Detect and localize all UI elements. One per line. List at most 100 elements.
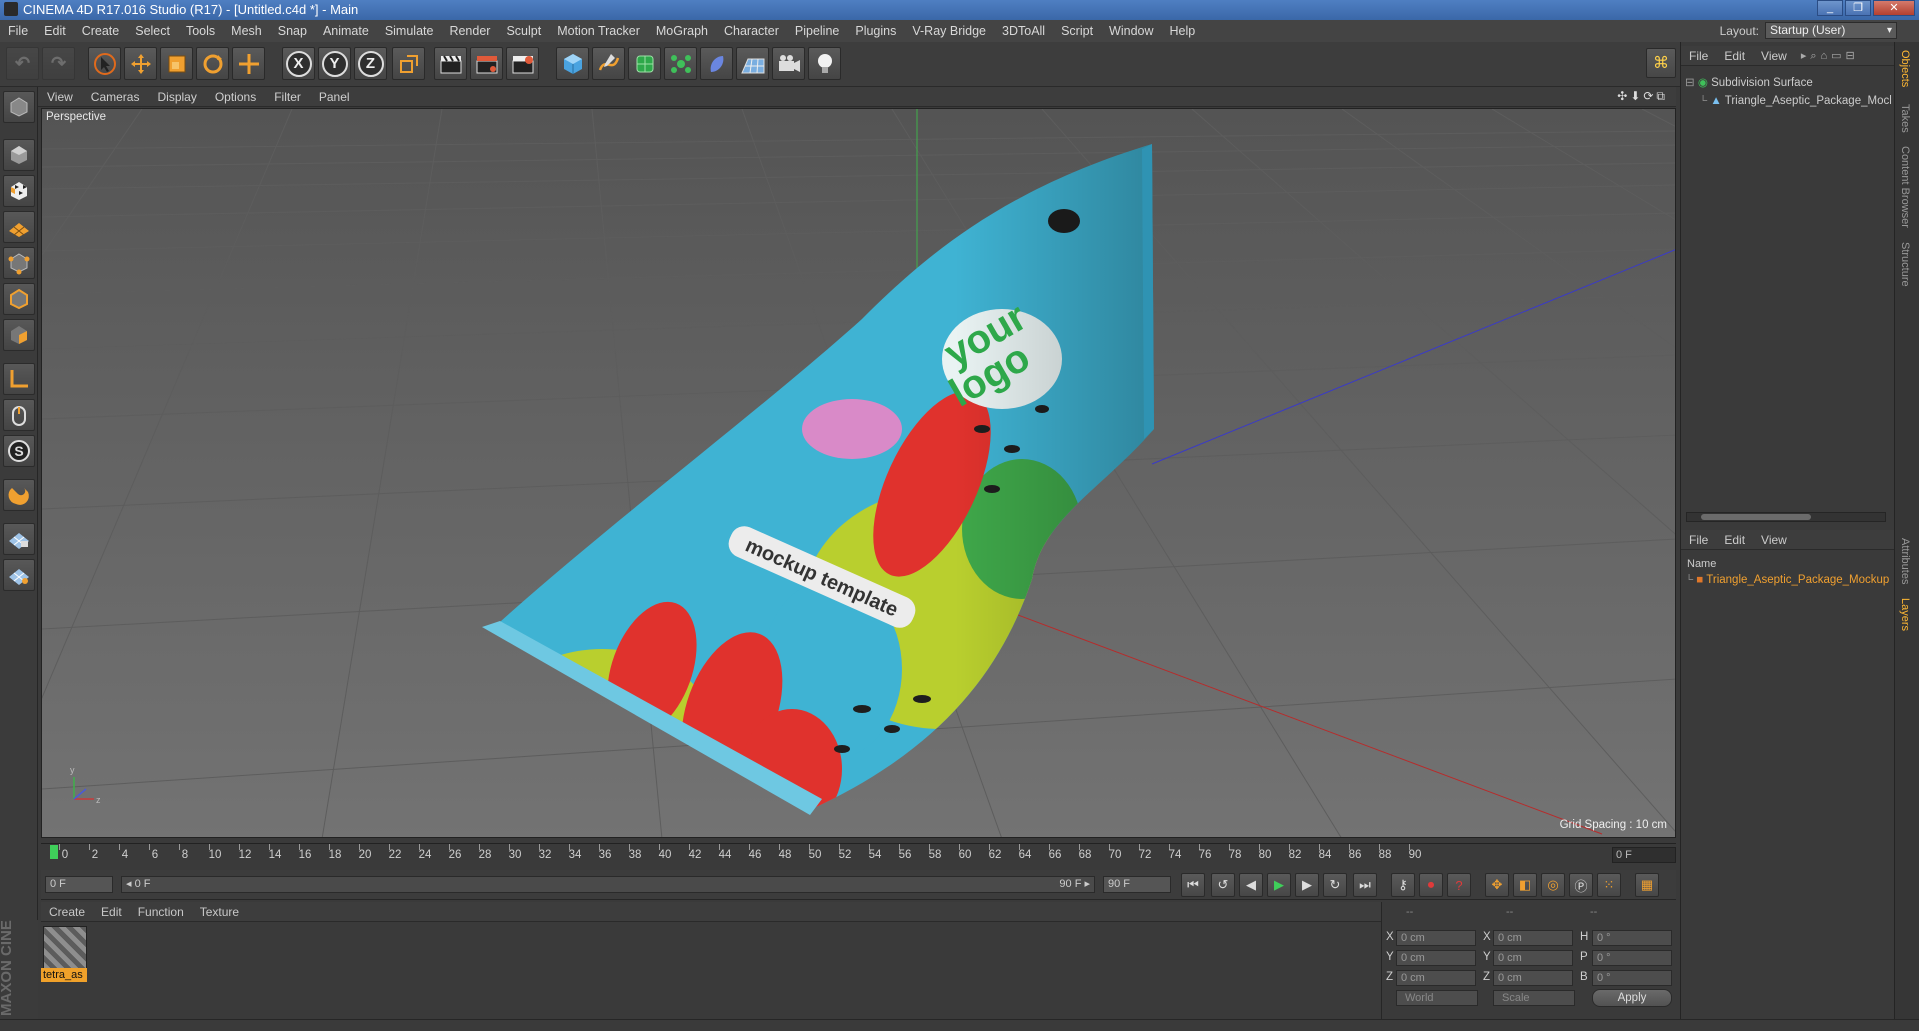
tweak-mode-button[interactable] (3, 399, 35, 431)
solo-mode-button[interactable]: S (3, 435, 35, 467)
x-axis-lock-button[interactable]: X (282, 47, 315, 80)
material-name[interactable]: tetra_as (41, 968, 87, 982)
edges-mode-button[interactable] (3, 283, 35, 315)
position-y-field[interactable]: 0 cm (1396, 950, 1476, 966)
apply-button[interactable]: Apply (1592, 989, 1672, 1007)
record-active-button[interactable]: ⚷ (1391, 873, 1415, 897)
position-x-field[interactable]: 0 cm (1396, 930, 1476, 946)
add-cube-button[interactable] (556, 47, 589, 80)
texture-mode-button[interactable] (3, 175, 35, 207)
position-key-button[interactable]: ✥ (1485, 873, 1509, 897)
scale-key-button[interactable]: ◧ (1513, 873, 1537, 897)
planar-workplane-button[interactable] (3, 559, 35, 591)
y-axis-lock-button[interactable]: Y (318, 47, 351, 80)
menu-snap[interactable]: Snap (270, 20, 315, 42)
close-button[interactable]: ✕ (1873, 0, 1915, 16)
previous-key-button[interactable]: ↺ (1211, 873, 1235, 897)
keyframe-selection-button[interactable]: ? (1447, 873, 1471, 897)
start-frame-field[interactable]: 0 F (45, 876, 113, 893)
minimize-button[interactable]: _ (1817, 0, 1843, 16)
menu-script[interactable]: Script (1053, 20, 1101, 42)
tab-objects[interactable]: Objects (1899, 50, 1911, 87)
current-frame-field[interactable]: 0 F (1612, 847, 1676, 863)
layer-menu-view[interactable]: View (1753, 533, 1795, 547)
viewport-menu-panel[interactable]: Panel (310, 90, 359, 104)
object-menu-view[interactable]: View (1753, 49, 1795, 63)
viewport-menu-filter[interactable]: Filter (265, 90, 310, 104)
autokey-button[interactable]: ⏺ (1419, 873, 1443, 897)
end-frame-field[interactable]: 90 F (1103, 876, 1171, 893)
add-light-button[interactable] (808, 47, 841, 80)
scrollbar-thumb[interactable] (1701, 514, 1811, 520)
menu-file[interactable]: File (0, 20, 36, 42)
layer-row-triangle-package[interactable]: └ ■ Triangle_Aseptic_Package_Mockup (1685, 574, 1891, 586)
menu-render[interactable]: Render (441, 20, 498, 42)
rotation-b-field[interactable]: 0 ° (1592, 970, 1672, 986)
parameter-key-button[interactable]: Ⓟ (1569, 873, 1593, 897)
rotation-h-field[interactable]: 0 ° (1592, 930, 1672, 946)
position-z-field[interactable]: 0 cm (1396, 970, 1476, 986)
size-y-field[interactable]: 0 cm (1493, 950, 1573, 966)
object-manager-tools[interactable]: ▸⌕⌂▭⊟ (1801, 49, 1859, 63)
menu-sculpt[interactable]: Sculpt (498, 20, 549, 42)
timeline-ruler[interactable]: 0 2 4 6 8 10 12 14 16 18 20 22 24 26 28 30 32 34 36 38 40 42 4… (41, 843, 1676, 867)
next-frame-button[interactable]: ▶ (1295, 873, 1319, 897)
polygons-mode-button[interactable] (3, 319, 35, 351)
menu-vray-bridge[interactable]: V-Ray Bridge (904, 20, 994, 42)
play-button[interactable]: ▶ (1267, 873, 1291, 897)
menu-3dtoall[interactable]: 3DToAll (994, 20, 1053, 42)
menu-animate[interactable]: Animate (315, 20, 377, 42)
object-row-triangle-package[interactable]: └ ▲ Triangle_Aseptic_Package_Mockup (1699, 95, 1891, 107)
tab-layers[interactable]: Layers (1899, 598, 1911, 631)
coordinate-mode-dropdown[interactable]: World (1396, 990, 1478, 1006)
layer-menu-file[interactable]: File (1681, 533, 1716, 547)
menu-create[interactable]: Create (74, 20, 128, 42)
object-row-subdivision-surface[interactable]: ⊟ ◉ Subdivision Surface (1685, 75, 1813, 89)
add-subdivision-button[interactable] (628, 47, 661, 80)
model-mode-button[interactable] (3, 139, 35, 171)
workplane-mode-button[interactable] (3, 211, 35, 243)
object-manager-scrollbar[interactable] (1686, 512, 1886, 522)
add-deformer-button[interactable] (700, 47, 733, 80)
transform-mode-dropdown[interactable]: Scale (1493, 990, 1575, 1006)
select-tool-button[interactable] (88, 47, 121, 80)
menu-motion-tracker[interactable]: Motion Tracker (549, 20, 648, 42)
size-z-field[interactable]: 0 cm (1493, 970, 1573, 986)
frame-range-slider[interactable]: ◂ 0 F 90 F ▸ (121, 876, 1095, 893)
menu-mesh[interactable]: Mesh (223, 20, 270, 42)
size-x-field[interactable]: 0 cm (1493, 930, 1573, 946)
redo-button[interactable]: ↷ (42, 47, 75, 80)
menu-simulate[interactable]: Simulate (377, 20, 442, 42)
rotation-p-field[interactable]: 0 ° (1592, 950, 1672, 966)
menu-help[interactable]: Help (1162, 20, 1204, 42)
previous-frame-button[interactable]: ◀ (1239, 873, 1263, 897)
object-menu-edit[interactable]: Edit (1716, 49, 1753, 63)
viewport-navigation-icons[interactable]: ✣⬇⟳⧉ (1617, 89, 1668, 104)
snap-button[interactable] (3, 479, 35, 511)
rotation-key-button[interactable]: ◎ (1541, 873, 1565, 897)
material-menu-function[interactable]: Function (130, 905, 192, 919)
undo-button[interactable]: ↶ (6, 47, 39, 80)
menu-window[interactable]: Window (1101, 20, 1161, 42)
python-script-button[interactable]: ⌘ (1646, 48, 1676, 78)
add-floor-button[interactable] (736, 47, 769, 80)
rotate-tool-button[interactable] (196, 47, 229, 80)
menu-select[interactable]: Select (127, 20, 178, 42)
menu-edit[interactable]: Edit (36, 20, 74, 42)
viewport-menu-view[interactable]: View (38, 90, 82, 104)
add-mograph-button[interactable] (664, 47, 697, 80)
next-key-button[interactable]: ↻ (1323, 873, 1347, 897)
menu-tools[interactable]: Tools (178, 20, 223, 42)
z-axis-lock-button[interactable]: Z (354, 47, 387, 80)
lock-workplane-button[interactable] (3, 523, 35, 555)
point-level-key-button[interactable]: ⁙ (1597, 873, 1621, 897)
render-picture-viewer-button[interactable] (470, 47, 503, 80)
menu-pipeline[interactable]: Pipeline (787, 20, 847, 42)
points-mode-button[interactable] (3, 247, 35, 279)
add-camera-button[interactable] (772, 47, 805, 80)
viewport-menu-options[interactable]: Options (206, 90, 265, 104)
material-menu-texture[interactable]: Texture (192, 905, 247, 919)
perspective-viewport[interactable]: your logo mockup template y z Perspectiv… (41, 108, 1676, 838)
make-editable-button[interactable] (3, 91, 35, 123)
axis-mode-button[interactable] (3, 363, 35, 395)
